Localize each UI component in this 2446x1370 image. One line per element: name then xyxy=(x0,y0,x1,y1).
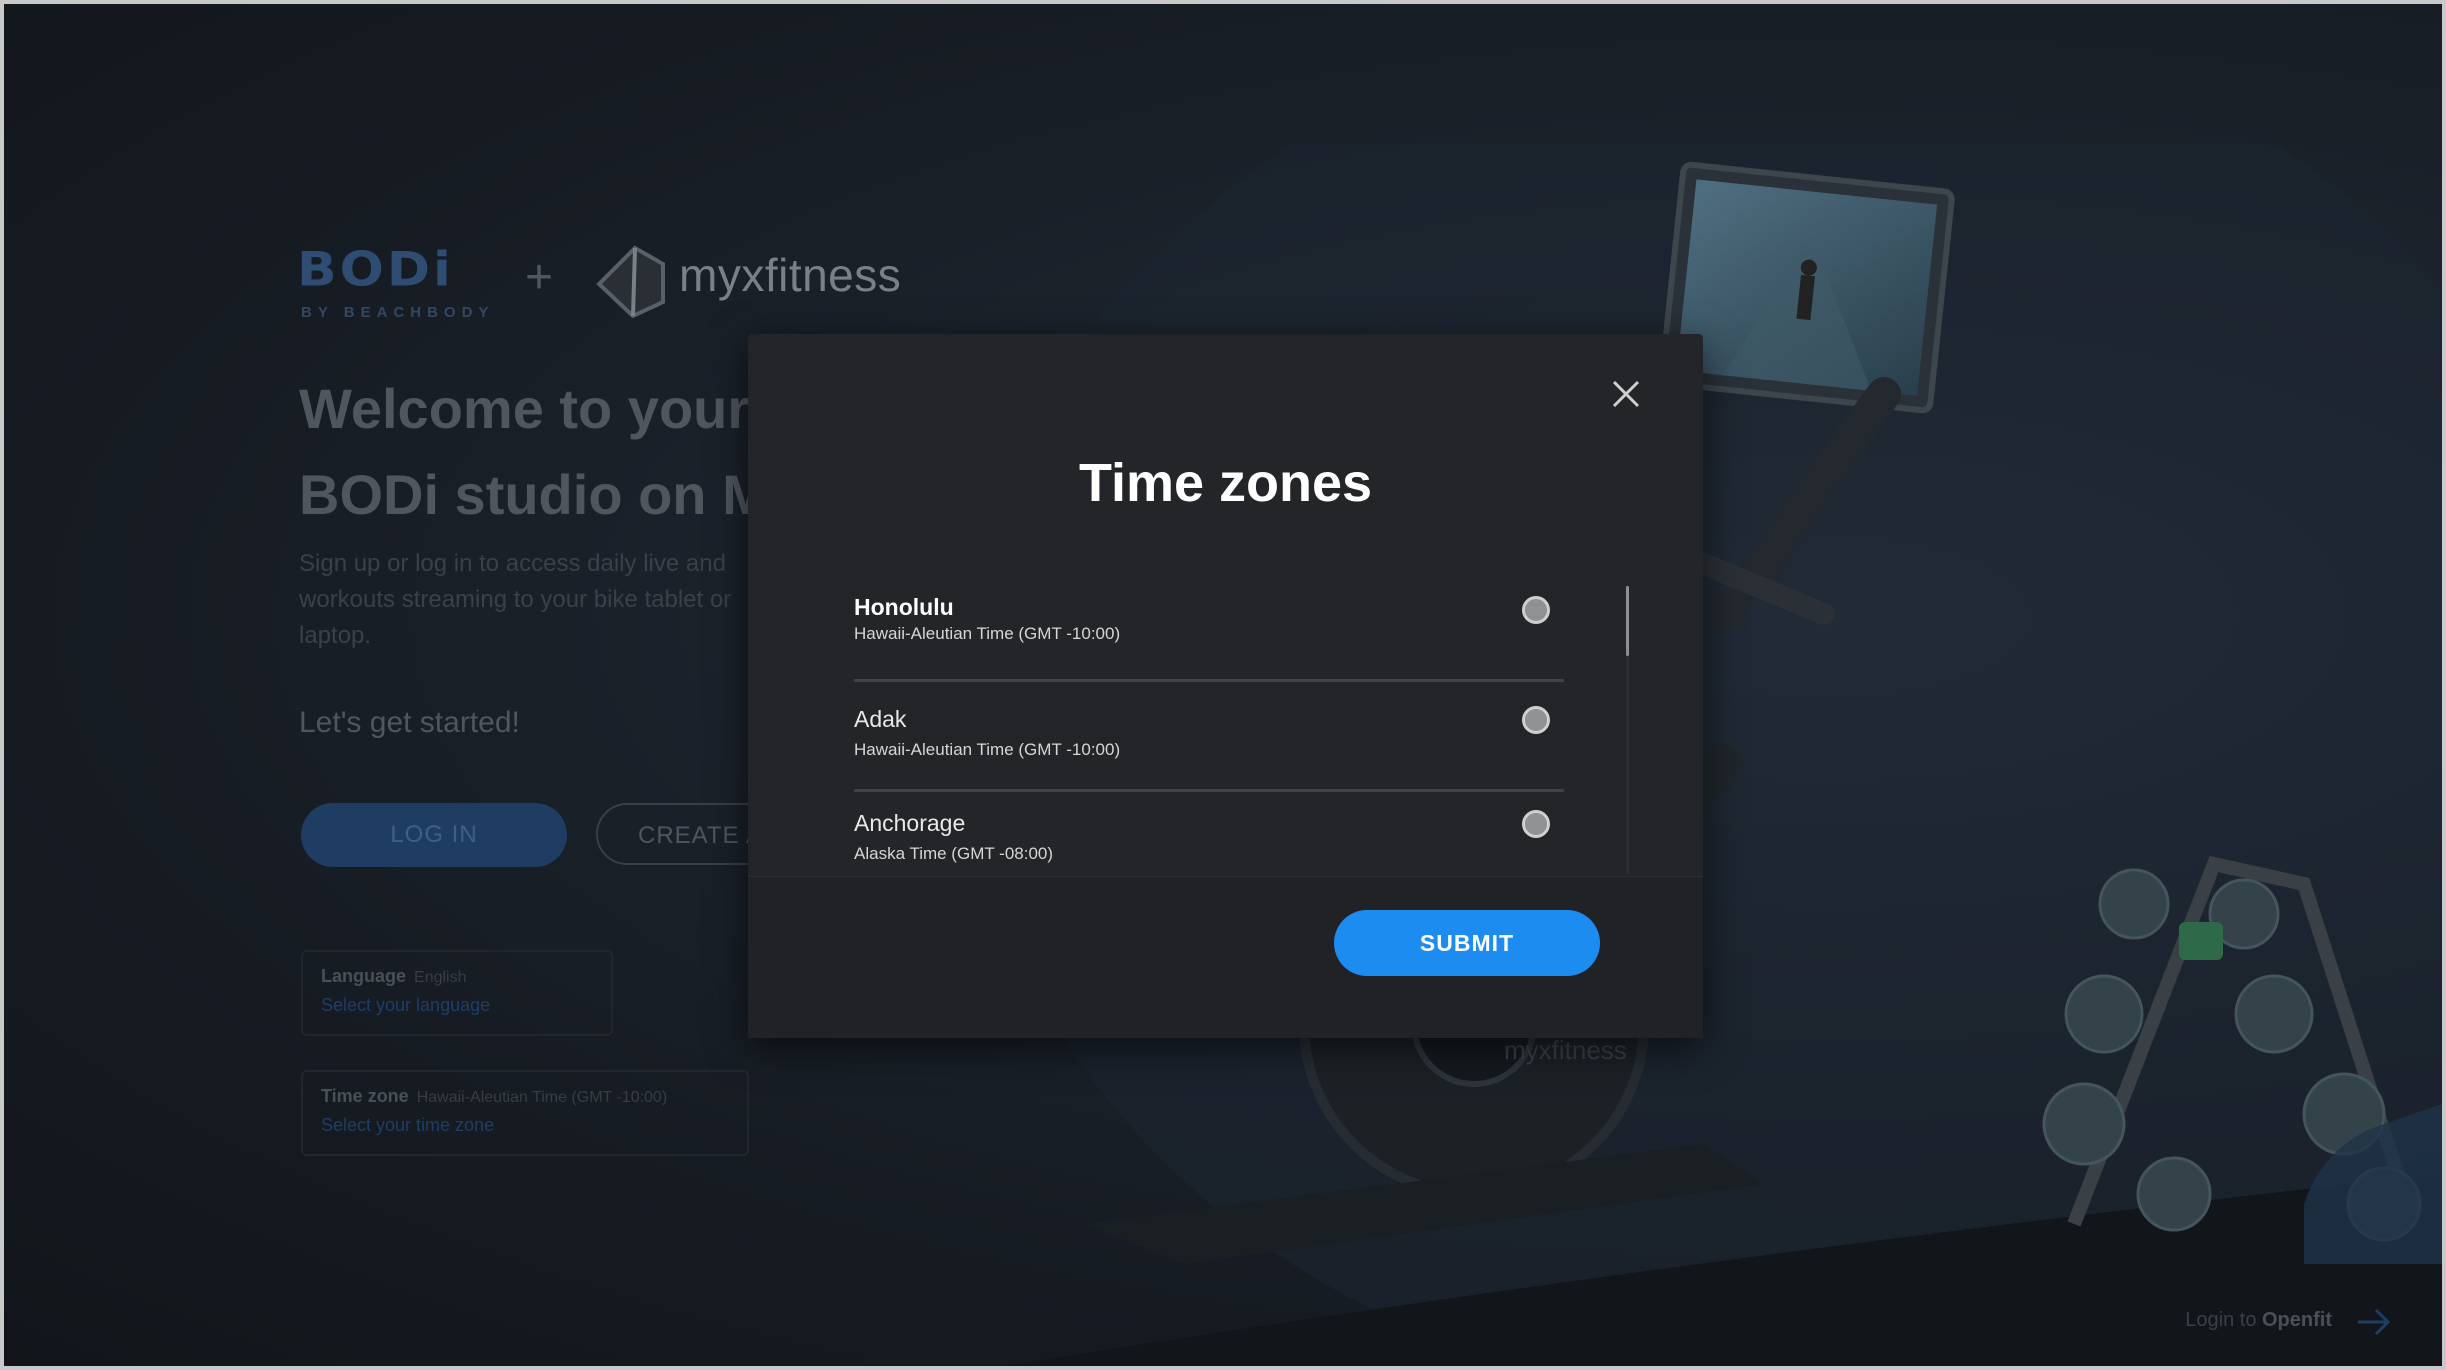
submit-button[interactable]: SUBMIT xyxy=(1334,910,1600,976)
timezone-name: Honolulu xyxy=(854,594,954,620)
scrollbar-thumb[interactable] xyxy=(1626,586,1629,656)
arrow-right-icon xyxy=(2358,1308,2391,1336)
timezone-name: Adak xyxy=(854,706,907,732)
radio-button[interactable] xyxy=(1522,706,1550,734)
select-timezone-link: Select your time zone xyxy=(321,1115,495,1135)
timezone-card: Time zone Hawaii-Aleutian Time (GMT -10:0… xyxy=(301,1070,749,1156)
intro-text: Sign up or log in to access daily live a… xyxy=(299,550,732,649)
timezone-modal: Time zones Honolulu Hawaii-Aleutian Time… xyxy=(748,334,1703,1038)
plus-sign: + xyxy=(525,251,554,304)
get-started-text: Let's get started! xyxy=(299,706,520,739)
bike-brand: myxfitness xyxy=(1504,1035,1627,1065)
timezone-name: Anchorage xyxy=(854,810,966,836)
timezone-description: Alaska Time (GMT -08:00) xyxy=(854,844,1054,863)
timezone-description: Hawaii-Aleutian Time (GMT -10:00) xyxy=(854,624,1121,643)
app-frame: myxfitness BODi BY BEACHBODY + myxfitnes… xyxy=(4,4,2442,1366)
login-button: LOG IN xyxy=(301,803,567,867)
timezone-option-honolulu[interactable]: Honolulu Hawaii-Aleutian Time (GMT -10:0… xyxy=(854,582,1564,682)
timezone-option-adak[interactable]: Adak Hawaii-Aleutian Time (GMT -10:00) xyxy=(854,682,1564,792)
timezone-value: Hawaii-Aleutian Time (GMT -10:00) xyxy=(416,1089,668,1106)
openfit-brand: Openfit xyxy=(2262,1309,2332,1331)
myx-wordmark: myxfitness xyxy=(679,249,902,301)
radio-button[interactable] xyxy=(1522,596,1550,624)
radio-button[interactable] xyxy=(1522,810,1550,838)
select-language-link: Select your language xyxy=(321,995,491,1015)
openfit-prefix: Login to xyxy=(2185,1309,2257,1331)
bodi-tagline: BY BEACHBODY xyxy=(301,304,495,321)
modal-title: Time zones xyxy=(1078,453,1373,513)
timezone-label: Time zone xyxy=(321,1086,409,1106)
myx-logo-icon xyxy=(596,245,665,318)
language-value: English xyxy=(414,969,467,986)
bodi-logo: BODi xyxy=(297,243,454,297)
timezone-list[interactable]: Honolulu Hawaii-Aleutian Time (GMT -10:0… xyxy=(854,582,1588,894)
timezone-description: Hawaii-Aleutian Time (GMT -10:00) xyxy=(854,740,1121,759)
openfit-login-link: Login to Openfit xyxy=(2185,1309,2332,1332)
language-card: Language English Select your language xyxy=(301,950,613,1036)
close-icon[interactable] xyxy=(1606,374,1646,414)
language-label: Language xyxy=(321,966,407,986)
